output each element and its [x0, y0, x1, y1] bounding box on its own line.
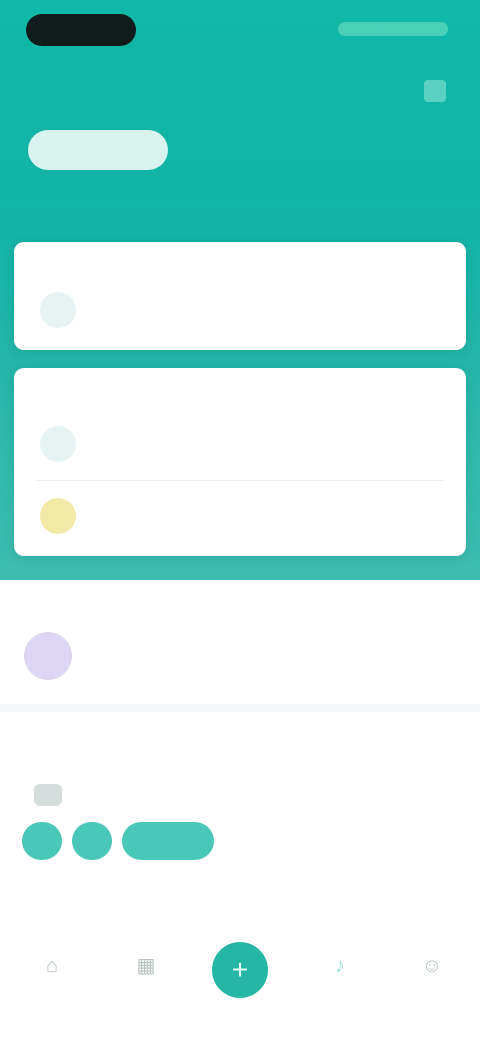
item-icon	[24, 632, 72, 680]
bell-icon: ♪	[335, 955, 345, 977]
add-icon[interactable]: +	[212, 942, 268, 998]
card-header	[14, 242, 466, 282]
tab-3[interactable]	[232, 130, 268, 170]
section-3	[0, 580, 480, 704]
section-header	[0, 580, 480, 620]
nav-grid[interactable]: ▦	[106, 948, 186, 990]
nav-home[interactable]: ⌂	[12, 948, 92, 990]
chip-row	[22, 822, 214, 862]
list-item[interactable]	[0, 620, 480, 690]
user-icon: ☺	[421, 955, 443, 977]
tab-4[interactable]	[282, 130, 318, 170]
section-header	[0, 882, 480, 922]
nav-profile[interactable]: ☺	[392, 948, 472, 990]
home-icon: ⌂	[45, 955, 59, 977]
tab-1[interactable]	[28, 130, 168, 170]
chip[interactable]	[122, 822, 214, 860]
status-time-pill	[26, 14, 136, 46]
tab-2[interactable]	[182, 130, 218, 170]
status-indicators	[338, 22, 448, 36]
nav-bell[interactable]: ♪	[300, 948, 380, 990]
chip[interactable]	[72, 822, 112, 860]
card-header	[14, 368, 466, 408]
tab-bar	[28, 126, 458, 174]
section-header	[0, 712, 480, 752]
item-icon	[40, 292, 76, 328]
item-icon	[40, 426, 76, 462]
section-5	[0, 882, 480, 930]
list-item[interactable]	[14, 480, 466, 552]
grid-icon: ▦	[136, 955, 156, 977]
card-1	[14, 242, 466, 350]
scan-icon[interactable]	[424, 80, 446, 102]
chip[interactable]	[22, 822, 62, 860]
list-item[interactable]	[14, 408, 466, 480]
list-item[interactable]	[14, 282, 466, 344]
item-icon	[40, 498, 76, 534]
status-bar	[0, 0, 480, 60]
tag-icon	[34, 784, 62, 806]
bottom-nav: ⌂ ▦ + ♪ ☺	[0, 930, 480, 1040]
card-2	[14, 368, 466, 556]
